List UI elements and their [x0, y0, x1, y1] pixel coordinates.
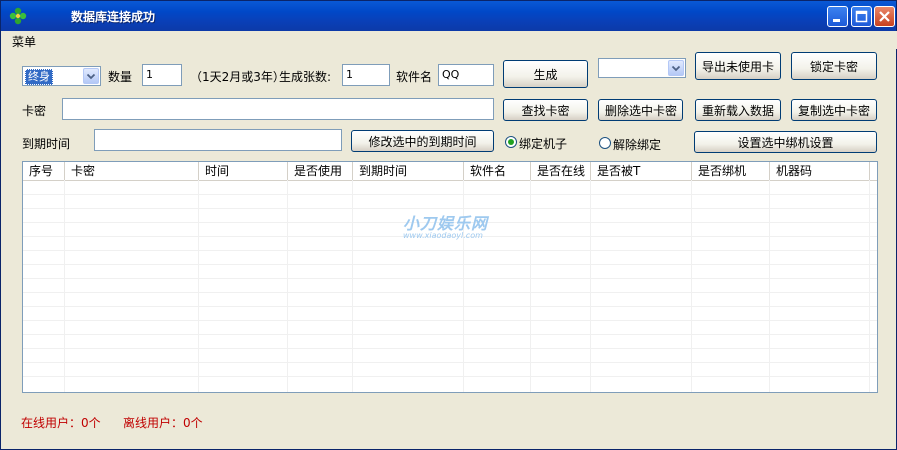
- column-header-card[interactable]: 卡密: [65, 162, 199, 180]
- gen-count-label: 生成张数:: [279, 70, 332, 84]
- modify-expire-button[interactable]: 修改选中的到期时间: [351, 130, 494, 152]
- card-type-select[interactable]: 终身: [22, 66, 101, 86]
- app-flower-icon: [9, 7, 27, 25]
- reload-data-button[interactable]: 重新载入数据: [695, 99, 781, 121]
- title-bar[interactable]: 数据库连接成功: [1, 1, 896, 31]
- bind-machine-label[interactable]: 绑定机子: [519, 135, 567, 152]
- grid-line: [23, 208, 877, 209]
- maximize-button[interactable]: [851, 6, 872, 27]
- software-input[interactable]: QQ: [438, 64, 494, 86]
- grid-line: [287, 180, 288, 392]
- find-card-button[interactable]: 查找卡密: [503, 99, 588, 121]
- export-unused-button[interactable]: 导出未使用卡: [695, 52, 781, 80]
- column-header-online[interactable]: 是否在线: [531, 162, 591, 180]
- generate-button[interactable]: 生成: [503, 60, 588, 88]
- column-header-index[interactable]: 序号: [23, 162, 65, 180]
- main-window: 数据库连接成功 菜单 终身 数量 1 （1天2月或3年） 生成张数: 1 软件名…: [0, 0, 897, 450]
- expire-label: 到期时间: [22, 137, 71, 151]
- table-header: 序号 卡密 时间 是否使用 到期时间 软件名 是否在线 是否被T 是否绑机 机器…: [23, 162, 877, 181]
- gen-count-input[interactable]: 1: [342, 64, 390, 86]
- lock-card-button[interactable]: 锁定卡密: [791, 52, 877, 80]
- delete-selected-button[interactable]: 删除选中卡密: [598, 99, 683, 121]
- quantity-input[interactable]: 1: [142, 64, 182, 86]
- grid-line: [23, 306, 877, 307]
- grid-line: [869, 180, 870, 392]
- grid-line: [769, 180, 770, 392]
- minimize-button[interactable]: [827, 6, 848, 27]
- grid-line: [23, 362, 877, 363]
- chevron-down-icon: [671, 65, 681, 72]
- duration-hint: （1天2月或3年）: [190, 70, 285, 84]
- column-header-machine-code[interactable]: 机器码: [770, 162, 870, 180]
- window-title: 数据库连接成功: [71, 10, 156, 24]
- grid-line: [23, 348, 877, 349]
- grid-line: [23, 264, 877, 265]
- column-header-software[interactable]: 软件名: [464, 162, 531, 180]
- copy-selected-button[interactable]: 复制选中卡密: [791, 99, 877, 121]
- close-icon: [879, 11, 890, 22]
- grid-line: [198, 180, 199, 392]
- grid-line: [23, 334, 877, 335]
- secondary-select[interactable]: [598, 58, 686, 78]
- card-type-dropdown-button[interactable]: [83, 68, 99, 84]
- grid-line: [23, 250, 877, 251]
- grid-line: [23, 194, 877, 195]
- secondary-select-value: [601, 61, 605, 75]
- grid-line: [590, 180, 591, 392]
- secondary-dropdown-button[interactable]: [668, 60, 684, 76]
- online-users-status: 在线用户：0个: [21, 416, 101, 430]
- bind-machine-radio[interactable]: [505, 136, 517, 148]
- chevron-down-icon: [86, 73, 96, 80]
- watermark-url: www.xiaodaoyl.com: [403, 231, 483, 240]
- unbind-label[interactable]: 解除绑定: [613, 136, 661, 153]
- grid-line: [691, 180, 692, 392]
- grid-line: [23, 376, 877, 377]
- column-header-time[interactable]: 时间: [199, 162, 288, 180]
- card-input[interactable]: [62, 98, 494, 120]
- menu-bar: 菜单: [2, 31, 897, 49]
- quantity-label: 数量: [108, 70, 133, 84]
- menu-item-main[interactable]: 菜单: [12, 33, 36, 50]
- offline-users-status: 离线用户：0个: [123, 416, 203, 430]
- grid-line: [530, 180, 531, 392]
- column-header-expire[interactable]: 到期时间: [353, 162, 464, 180]
- radio-checked-dot: [508, 139, 514, 145]
- grid-line: [23, 320, 877, 321]
- close-button[interactable]: [874, 6, 895, 27]
- minimize-icon: [833, 19, 840, 22]
- maximize-icon: [855, 10, 868, 23]
- grid-line: [23, 292, 877, 293]
- unbind-radio[interactable]: [599, 137, 611, 149]
- grid-line: [64, 180, 65, 392]
- software-label: 软件名: [396, 70, 433, 84]
- column-header-used[interactable]: 是否使用: [288, 162, 353, 180]
- card-type-value: 终身: [25, 69, 53, 85]
- column-header-bound[interactable]: 是否绑机: [692, 162, 770, 180]
- column-header-kicked[interactable]: 是否被T: [591, 162, 692, 180]
- set-bind-button[interactable]: 设置选中绑机设置: [694, 131, 877, 153]
- grid-line: [352, 180, 353, 392]
- cards-table[interactable]: 序号 卡密 时间 是否使用 到期时间 软件名 是否在线 是否被T 是否绑机 机器…: [22, 161, 878, 393]
- grid-line: [23, 278, 877, 279]
- card-label: 卡密: [22, 104, 47, 118]
- expire-input[interactable]: [94, 129, 342, 151]
